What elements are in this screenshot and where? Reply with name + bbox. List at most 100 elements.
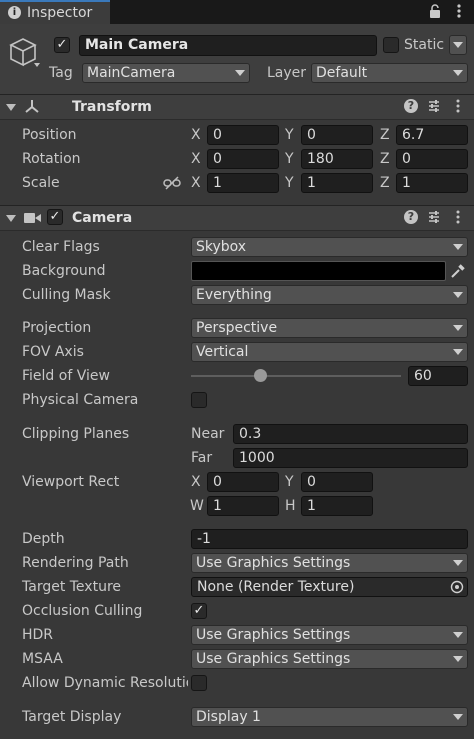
scale-x-field[interactable]: 1 <box>207 173 279 193</box>
culling-mask-label: Culling Mask <box>22 287 111 303</box>
rendering-path-value: Use Graphics Settings <box>196 555 351 571</box>
transform-header[interactable]: Transform ? <box>0 94 474 120</box>
clipping-planes-label: Clipping Planes <box>22 426 130 442</box>
more-options-icon[interactable] <box>454 3 464 19</box>
viewport-h-field[interactable]: 1 <box>301 496 373 516</box>
position-y-field[interactable]: 0 <box>301 125 373 145</box>
object-picker-icon[interactable] <box>450 580 464 594</box>
position-z-field[interactable]: 6.7 <box>396 125 468 145</box>
clear-flags-value: Skybox <box>196 239 247 255</box>
viewport-w-field[interactable]: 1 <box>207 496 279 516</box>
help-icon[interactable]: ? <box>404 210 418 224</box>
presets-icon[interactable] <box>427 98 441 119</box>
physical-camera-label: Physical Camera <box>22 392 139 408</box>
rotation-label: Rotation <box>22 151 81 167</box>
rendering-path-label: Rendering Path <box>22 555 129 571</box>
tab-title: Inspector <box>27 5 93 21</box>
target-display-dropdown[interactable]: Display 1 <box>191 707 468 727</box>
presets-icon[interactable] <box>427 209 441 230</box>
hdr-value: Use Graphics Settings <box>196 627 351 643</box>
allow-dynamic-resolution-label: Allow Dynamic Resolutio <box>22 675 188 691</box>
projection-dropdown[interactable]: Perspective <box>191 318 468 338</box>
target-texture-field[interactable]: None (Render Texture) <box>191 577 468 597</box>
background-color-swatch[interactable] <box>191 261 446 281</box>
viewport-w-axis-label[interactable]: W <box>190 497 204 515</box>
tab-inspector[interactable]: i Inspector <box>0 0 110 24</box>
gameobject-cube-icon[interactable] <box>7 36 41 70</box>
position-x-axis-label[interactable]: X <box>191 126 201 144</box>
rotation-y-field[interactable]: 180 <box>301 149 373 169</box>
info-icon: i <box>8 6 21 19</box>
position-y-axis-label[interactable]: Y <box>285 126 294 144</box>
scale-x-axis-label[interactable]: X <box>191 174 201 192</box>
physical-camera-checkbox[interactable] <box>191 392 207 408</box>
hdr-label: HDR <box>22 627 54 643</box>
viewport-h-axis-label[interactable]: H <box>285 497 296 515</box>
transform-icon <box>24 99 40 115</box>
clear-flags-dropdown[interactable]: Skybox <box>191 237 468 257</box>
gameobject-active-checkbox[interactable]: ✓ <box>54 37 70 53</box>
camera-foldout-icon[interactable] <box>6 215 16 222</box>
background-label: Background <box>22 263 106 279</box>
position-x-field[interactable]: 0 <box>207 125 279 145</box>
rotation-y-axis-label[interactable]: Y <box>285 150 294 168</box>
static-checkbox[interactable] <box>383 37 399 53</box>
viewport-x-field[interactable]: 0 <box>207 472 279 492</box>
fov-axis-dropdown[interactable]: Vertical <box>191 342 468 362</box>
near-label: Near <box>191 426 225 442</box>
field-of-view-slider-thumb[interactable] <box>254 369 268 382</box>
rendering-path-dropdown[interactable]: Use Graphics Settings <box>191 553 468 573</box>
rotation-x-axis-label[interactable]: X <box>191 150 201 168</box>
help-icon[interactable]: ? <box>404 99 418 113</box>
component-menu-icon[interactable] <box>454 98 462 119</box>
culling-mask-dropdown[interactable]: Everything <box>191 285 468 305</box>
tag-label: Tag <box>49 65 73 81</box>
occlusion-culling-checkbox[interactable]: ✓ <box>191 603 207 619</box>
rotation-z-field[interactable]: 0 <box>396 149 468 169</box>
field-of-view-label: Field of View <box>22 368 110 384</box>
transform-foldout-icon[interactable] <box>6 104 16 111</box>
tag-dropdown[interactable]: MainCamera <box>82 63 250 83</box>
position-z-axis-label[interactable]: Z <box>380 126 390 144</box>
static-dropdown-button[interactable] <box>449 35 467 55</box>
eyedropper-icon[interactable] <box>450 263 466 279</box>
target-texture-label: Target Texture <box>22 579 122 595</box>
allow-dynamic-resolution-checkbox[interactable] <box>191 675 207 691</box>
near-clip-field[interactable]: 0.3 <box>233 424 468 444</box>
camera-icon <box>24 212 42 224</box>
constrain-proportions-icon[interactable] <box>163 175 181 191</box>
field-of-view-field[interactable]: 60 <box>408 366 468 386</box>
field-of-view-slider-track[interactable] <box>191 375 401 377</box>
layer-label: Layer <box>267 65 307 81</box>
static-label: Static <box>404 37 445 53</box>
far-label: Far <box>191 450 213 466</box>
scale-z-axis-label[interactable]: Z <box>380 174 390 192</box>
scale-label: Scale <box>22 175 60 191</box>
position-label: Position <box>22 127 77 143</box>
lock-icon[interactable] <box>428 3 442 19</box>
hdr-dropdown[interactable]: Use Graphics Settings <box>191 625 468 645</box>
camera-header[interactable]: ✓ Camera ? <box>0 205 474 231</box>
transform-title: Transform <box>72 99 152 115</box>
viewport-y-axis-label[interactable]: Y <box>285 473 294 491</box>
projection-label: Projection <box>22 320 92 336</box>
viewport-x-axis-label[interactable]: X <box>191 473 201 491</box>
layer-value: Default <box>316 65 368 81</box>
viewport-y-field[interactable]: 0 <box>301 472 373 492</box>
scale-y-axis-label[interactable]: Y <box>285 174 294 192</box>
scale-y-field[interactable]: 1 <box>301 173 373 193</box>
msaa-dropdown[interactable]: Use Graphics Settings <box>191 649 468 669</box>
far-clip-field[interactable]: 1000 <box>233 448 468 468</box>
fov-axis-value: Vertical <box>196 344 249 360</box>
component-menu-icon[interactable] <box>454 209 462 230</box>
depth-field[interactable]: -1 <box>191 529 468 549</box>
rotation-z-axis-label[interactable]: Z <box>380 150 390 168</box>
gameobject-name-field[interactable]: Main Camera <box>79 35 377 56</box>
fov-axis-label: FOV Axis <box>22 344 84 360</box>
camera-enabled-checkbox[interactable]: ✓ <box>47 209 63 225</box>
msaa-label: MSAA <box>22 651 63 667</box>
layer-dropdown[interactable]: Default <box>311 63 468 83</box>
scale-z-field[interactable]: 1 <box>396 173 468 193</box>
rotation-x-field[interactable]: 0 <box>207 149 279 169</box>
target-display-value: Display 1 <box>196 709 261 725</box>
